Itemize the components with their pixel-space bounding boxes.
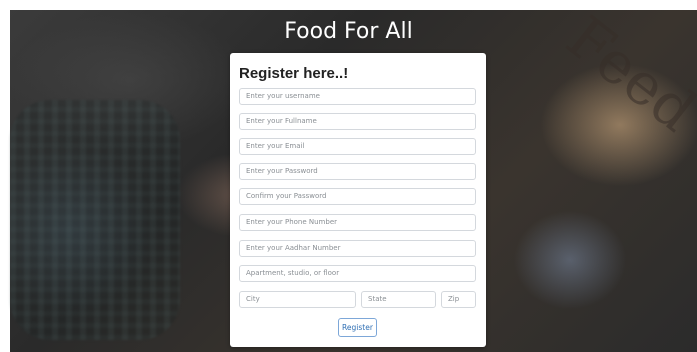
- form-title: Register here..!: [239, 65, 349, 82]
- site-title: Food For All: [284, 19, 413, 44]
- background-plaid-sleeve: [10, 100, 180, 340]
- fullname-input[interactable]: Enter your Fullname: [239, 113, 476, 130]
- confirm-password-input[interactable]: Confirm your Password: [239, 188, 476, 205]
- state-select[interactable]: State: [361, 291, 436, 308]
- phone-number-input[interactable]: Enter your Phone Number: [239, 214, 476, 231]
- zip-input[interactable]: Zip: [441, 291, 476, 308]
- username-input[interactable]: Enter your username: [239, 88, 476, 105]
- page: Feed Food For All Register here..! Enter…: [0, 0, 697, 352]
- registration-card: Register here..! Enter your username Ent…: [230, 53, 486, 347]
- email-input[interactable]: Enter your Email: [239, 138, 476, 155]
- register-button[interactable]: Register: [338, 318, 377, 337]
- aadhar-number-input[interactable]: Enter your Aadhar Number: [239, 240, 476, 257]
- address-line-input[interactable]: Apartment, studio, or floor: [239, 265, 476, 282]
- city-input[interactable]: City: [239, 291, 356, 308]
- password-input[interactable]: Enter your Password: [239, 163, 476, 180]
